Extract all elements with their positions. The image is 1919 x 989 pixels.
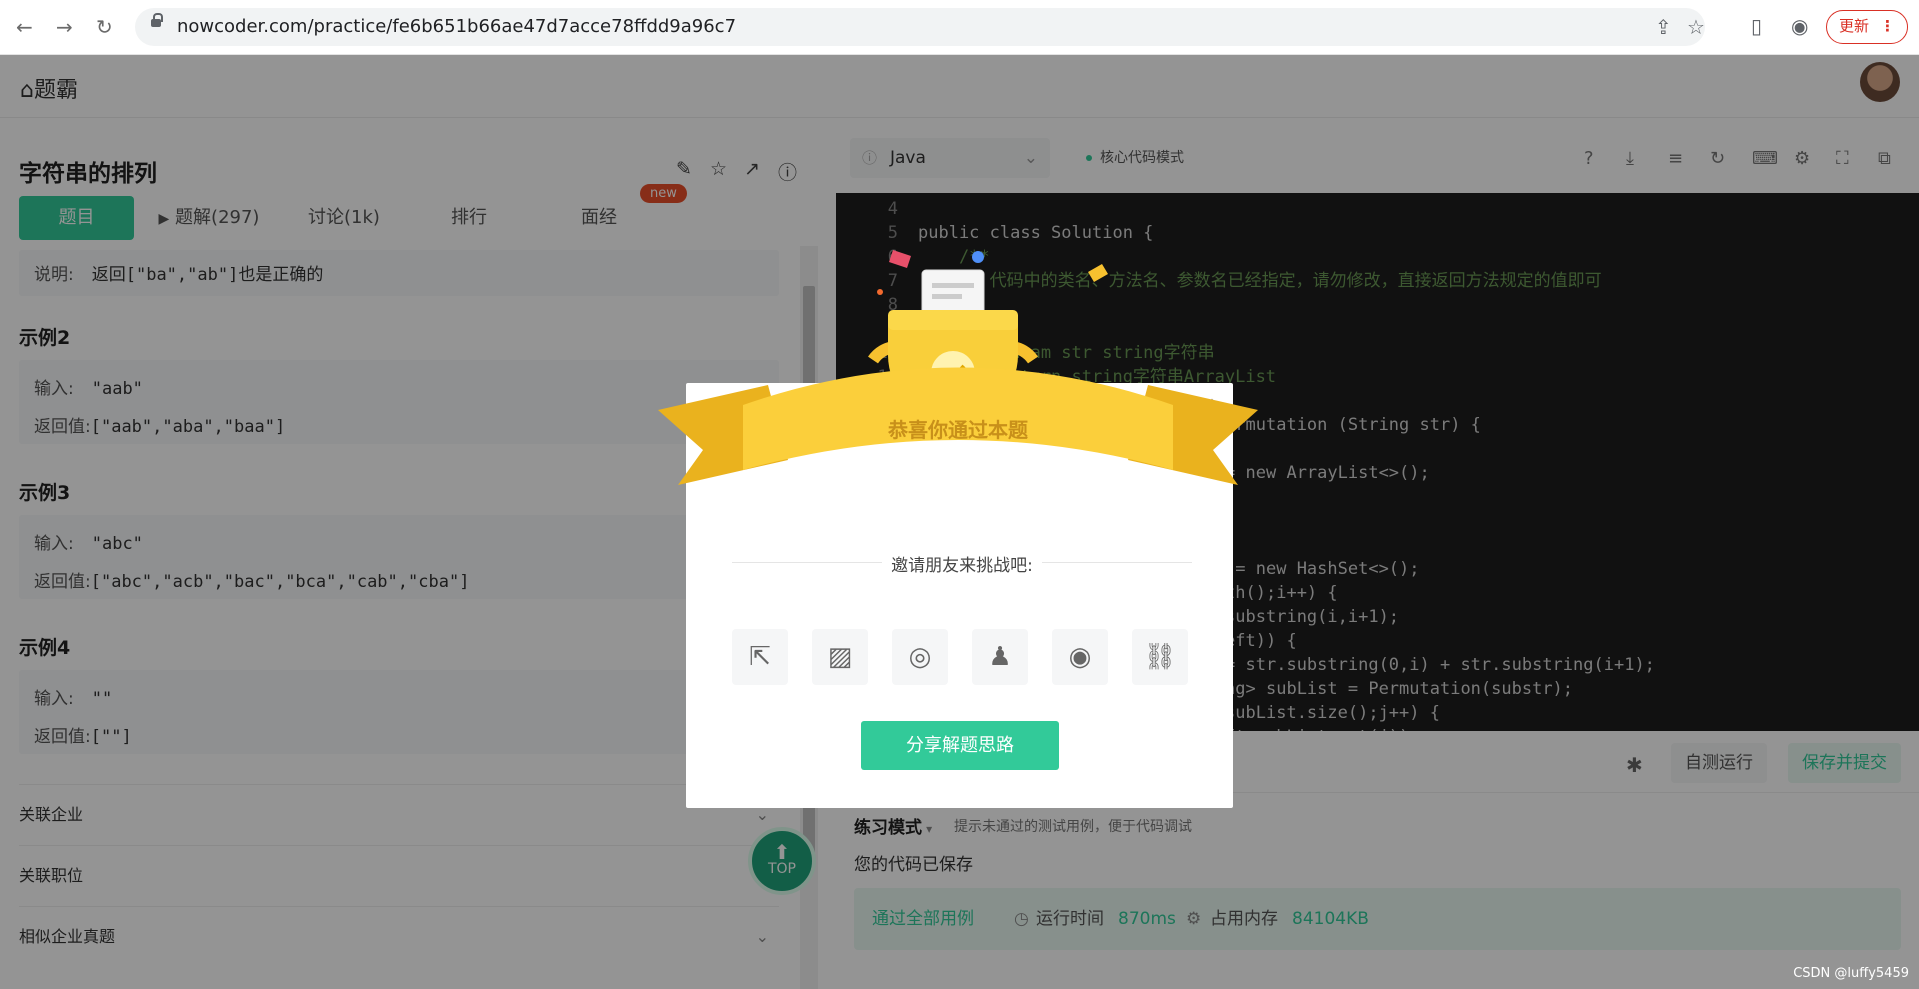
congrats-text: 恭喜你通过本题 <box>887 418 1029 442</box>
wechat-icon[interactable]: ◎ <box>892 629 948 685</box>
menu-dots-icon: ⋮ <box>1880 17 1895 35</box>
lock-icon <box>151 13 163 27</box>
trophy-ribbon-graphic: 恭喜你通过本题 <box>658 250 1258 485</box>
qq-icon[interactable]: ♟ <box>972 629 1028 685</box>
forward-icon[interactable]: → <box>56 14 73 40</box>
link-icon[interactable]: ⛓ <box>1132 629 1188 685</box>
weibo-icon[interactable]: ◉ <box>1052 629 1108 685</box>
address-bar[interactable]: nowcoder.com/practice/fe6b651b66ae47d7ac… <box>135 8 1705 46</box>
confetti <box>889 250 911 268</box>
watermark: CSDN @luffy5459 <box>1793 966 1909 981</box>
update-button[interactable]: 更新 ⋮ <box>1826 10 1908 44</box>
external-share-icon[interactable]: ⇱ <box>732 629 788 685</box>
confetti <box>1088 264 1108 282</box>
confetti <box>877 289 883 295</box>
trophy-rim <box>888 310 1018 330</box>
url-text[interactable]: nowcoder.com/practice/fe6b651b66ae47d7ac… <box>177 16 736 37</box>
paper-line <box>932 294 962 299</box>
back-icon[interactable]: ← <box>16 14 33 40</box>
browser-toolbar: ← → ↻ nowcoder.com/practice/fe6b651b66ae… <box>0 0 1919 55</box>
reload-icon[interactable]: ↻ <box>96 14 113 40</box>
share-page-icon[interactable]: ⇪ <box>1655 15 1672 39</box>
image-icon[interactable]: ▨ <box>812 629 868 685</box>
share-solution-button[interactable]: 分享解题思路 <box>861 721 1059 770</box>
paper-line <box>932 283 974 288</box>
profile-icon[interactable]: ◉ <box>1791 14 1808 38</box>
sidepanel-icon[interactable]: ▯ <box>1751 14 1762 38</box>
bookmark-star-icon[interactable]: ☆ <box>1687 15 1705 39</box>
confetti <box>972 251 984 263</box>
update-label: 更新 <box>1839 17 1870 35</box>
